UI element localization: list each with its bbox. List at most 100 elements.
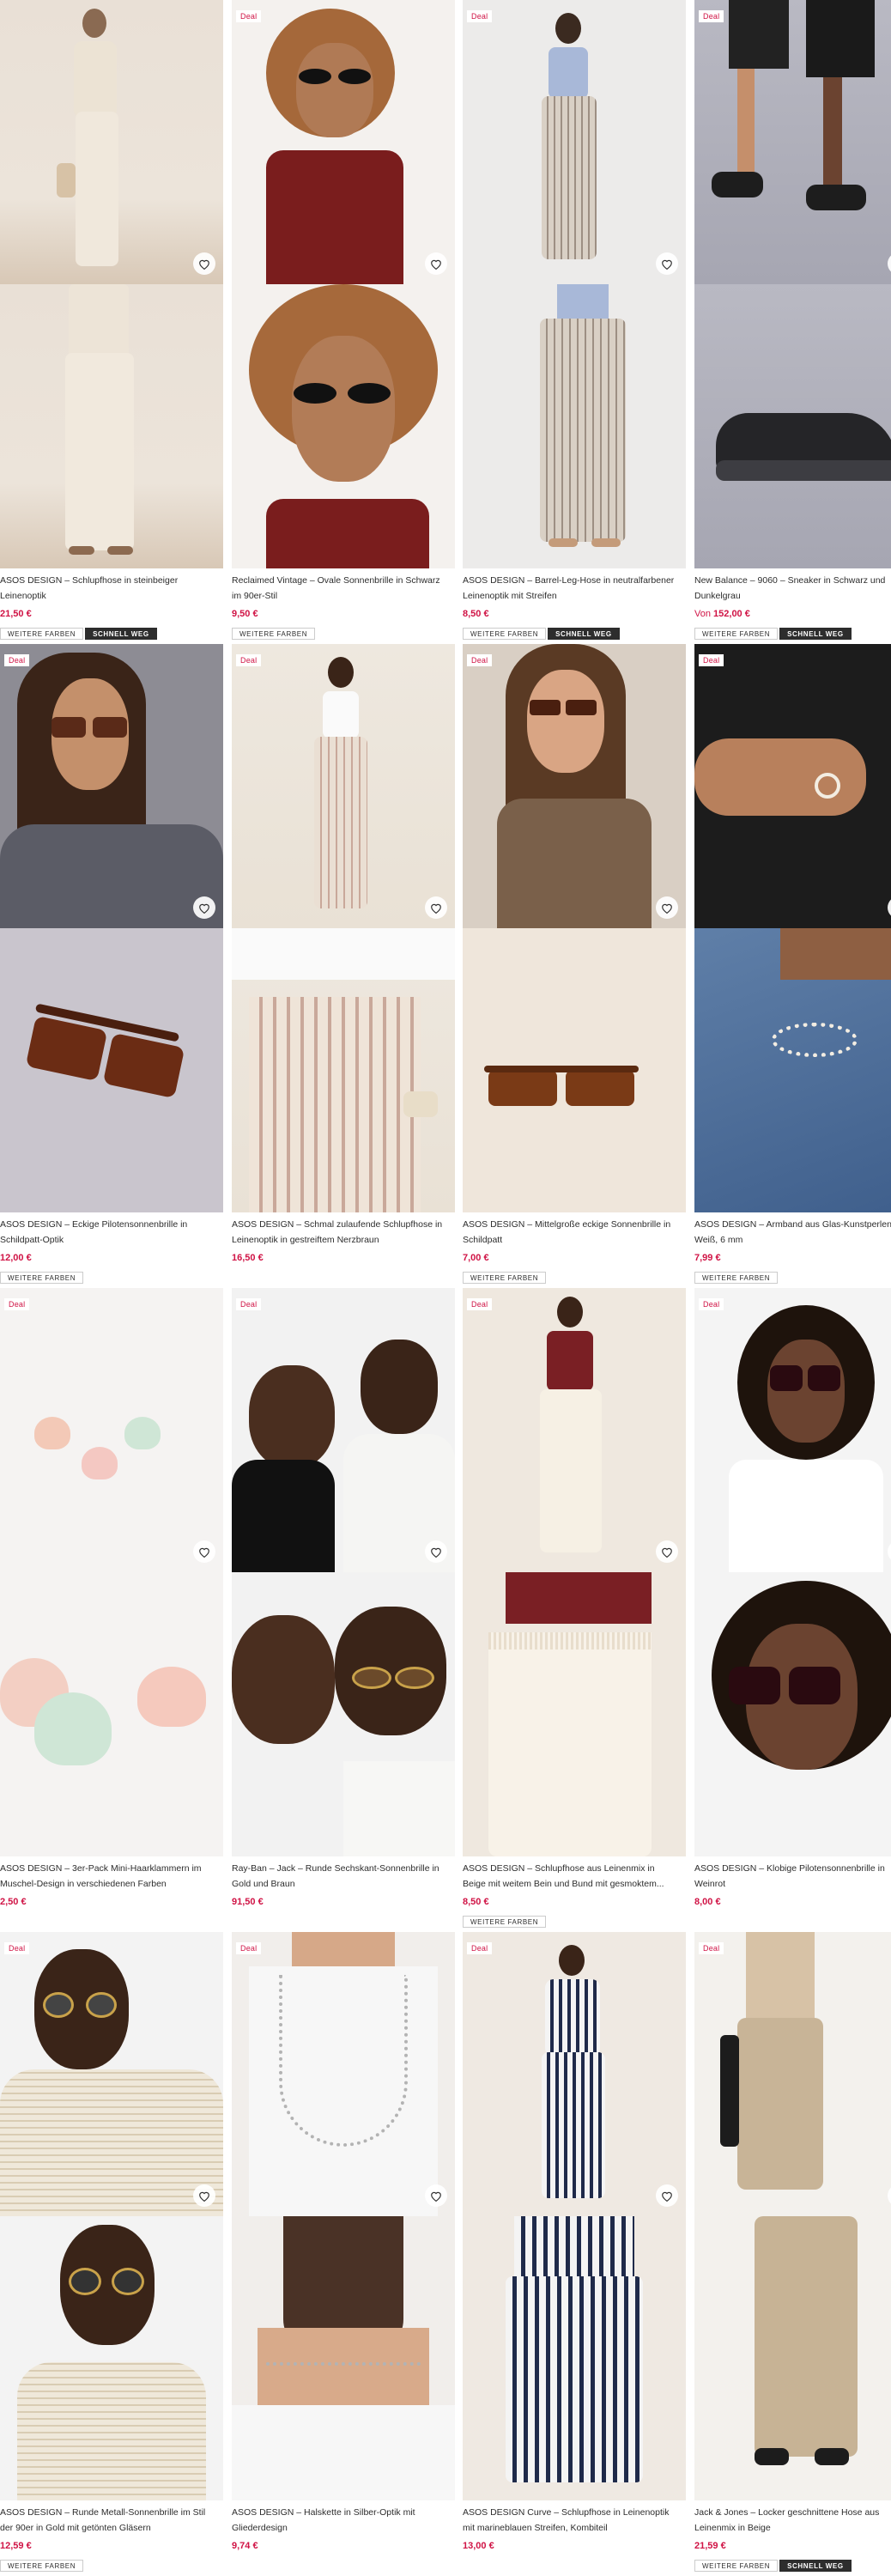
product-card[interactable]: Deal ASOS DESIGN – Eckige Pilotensonnenb… — [0, 644, 223, 1288]
product-title[interactable]: Jack & Jones – Locker geschnittene Hose … — [694, 2505, 891, 2536]
product-card[interactable]: Deal ASOS DESIGN – Armband aus Glas-Kuns… — [694, 644, 891, 1288]
product-badges: WEITERE FARBEN — [463, 1272, 547, 1284]
save-for-later-button[interactable] — [425, 1540, 447, 1563]
product-card[interactable]: ASOS DESIGN – Schlupfhose in steinbeiger… — [0, 0, 223, 644]
product-image-detail — [694, 1572, 891, 1856]
product-badges: WEITERE FARBEN — [232, 628, 316, 640]
save-for-later-button[interactable] — [425, 896, 447, 919]
product-card[interactable]: Deal Jack & Jones – Locker geschnittene … — [694, 1932, 891, 2576]
product-image-link[interactable]: Deal — [694, 1288, 891, 1856]
product-image-link[interactable]: Deal — [0, 1932, 223, 2500]
product-title[interactable]: ASOS DESIGN – Halskette in Silber-Optik … — [232, 2505, 455, 2536]
product-title[interactable]: ASOS DESIGN – Schmal zulaufende Schlupfh… — [232, 1217, 455, 1248]
product-title[interactable]: ASOS DESIGN – Mittelgroße eckige Sonnenb… — [463, 1217, 686, 1248]
product-card[interactable]: Deal ASOS DESIGN – Runde Metall-Sonnenbr… — [0, 1932, 223, 2576]
product-title[interactable]: ASOS DESIGN – Klobige Pilotensonnenbrill… — [694, 1861, 891, 1892]
deal-badge: Deal — [236, 654, 262, 666]
product-image-link[interactable]: Deal — [232, 0, 455, 568]
product-card[interactable]: Deal Ray-Ban – Jack – Runde Sechskant-So… — [232, 1288, 455, 1932]
product-price: 13,00 € — [463, 2541, 494, 2551]
deal-badge: Deal — [236, 1298, 262, 1310]
heart-icon — [662, 2191, 672, 2202]
product-title[interactable]: ASOS DESIGN – Schlupfhose aus Leinenmix … — [463, 1861, 686, 1892]
product-image-detail — [694, 2216, 891, 2500]
product-image-model — [232, 0, 455, 284]
product-image-detail — [0, 284, 223, 568]
product-image-link[interactable]: Deal — [232, 1932, 455, 2500]
product-price: 7,00 € — [463, 1253, 489, 1263]
deal-badge: Deal — [4, 1942, 30, 1954]
product-image-detail — [463, 928, 686, 1212]
product-title[interactable]: Ray-Ban – Jack – Runde Sechskant-Sonnenb… — [232, 1861, 455, 1892]
product-card[interactable]: Deal New Balance – 9060 – Sneaker in Sch… — [694, 0, 891, 644]
product-image-detail — [232, 284, 455, 568]
deal-badge: Deal — [699, 654, 724, 666]
product-title[interactable]: Reclaimed Vintage – Ovale Sonnenbrille i… — [232, 573, 455, 604]
selling-fast-badge: SCHNELL WEG — [779, 2560, 852, 2572]
deal-badge: Deal — [467, 1942, 493, 1954]
product-image-link[interactable]: Deal — [0, 644, 223, 1212]
product-image-link[interactable]: Deal — [232, 1288, 455, 1856]
product-image-link[interactable]: Deal — [463, 1932, 686, 2500]
product-card[interactable]: Deal ASOS DESIGN – Schmal zulaufende Sch… — [232, 644, 455, 1288]
more-colours-badge: WEITERE FARBEN — [0, 2560, 84, 2572]
product-image-model — [694, 0, 891, 284]
product-image-link[interactable]: Deal — [0, 1288, 223, 1856]
product-title[interactable]: ASOS DESIGN – Barrel-Leg-Hose in neutral… — [463, 573, 686, 604]
product-card[interactable]: Deal ASOS DESIGN – Halskette in Silber-O… — [232, 1932, 455, 2576]
product-card[interactable]: Deal ASOS DESIGN – Schlupfhose aus Leine… — [463, 1288, 686, 1932]
save-for-later-button[interactable] — [193, 2184, 215, 2207]
product-image-detail — [232, 928, 455, 1212]
save-for-later-button[interactable] — [193, 1540, 215, 1563]
product-price: 9,74 € — [232, 2541, 258, 2551]
product-card[interactable]: Deal Reclaimed Vintage – Ovale Sonnenbri… — [232, 0, 455, 644]
heart-icon — [662, 259, 672, 270]
deal-badge: Deal — [467, 1298, 493, 1310]
save-for-later-button[interactable] — [193, 896, 215, 919]
product-badges: WEITERE FARBEN SCHNELL WEG — [694, 2560, 852, 2572]
product-card[interactable]: Deal ASOS DESIGN – 3er-Pack Mini-Haarkla… — [0, 1288, 223, 1932]
product-image-model — [463, 1932, 686, 2216]
product-image-link[interactable]: Deal — [463, 644, 686, 1212]
product-title[interactable]: ASOS DESIGN – 3er-Pack Mini-Haarklammern… — [0, 1861, 223, 1892]
save-for-later-button[interactable] — [656, 1540, 678, 1563]
product-badges: WEITERE FARBEN — [463, 1916, 547, 1928]
save-for-later-button[interactable] — [193, 252, 215, 275]
product-image-link[interactable]: Deal — [463, 0, 686, 568]
product-image-link[interactable]: Deal — [463, 1288, 686, 1856]
selling-fast-badge: SCHNELL WEG — [548, 628, 620, 640]
more-colours-badge: WEITERE FARBEN — [694, 2560, 779, 2572]
product-price: 8,50 € — [463, 609, 489, 619]
product-image-link[interactable]: Deal — [694, 0, 891, 568]
product-title[interactable]: ASOS DESIGN – Runde Metall-Sonnenbrille … — [0, 2505, 223, 2536]
product-card[interactable]: Deal ASOS DESIGN – Barrel-Leg-Hose in ne… — [463, 0, 686, 644]
product-title[interactable]: ASOS DESIGN – Eckige Pilotensonnenbrille… — [0, 1217, 223, 1248]
more-colours-badge: WEITERE FARBEN — [232, 628, 316, 640]
product-price: 9,50 € — [232, 609, 258, 619]
save-for-later-button[interactable] — [656, 2184, 678, 2207]
product-image-link[interactable]: Deal — [232, 644, 455, 1212]
product-image-link[interactable]: Deal — [694, 644, 891, 1212]
product-image-link[interactable] — [0, 0, 223, 568]
heart-icon — [662, 903, 672, 914]
product-image-detail — [694, 928, 891, 1212]
save-for-later-button[interactable] — [425, 2184, 447, 2207]
save-for-later-button[interactable] — [656, 252, 678, 275]
product-image-detail — [694, 284, 891, 568]
product-badges: WEITERE FARBEN — [0, 1272, 84, 1284]
product-card[interactable]: Deal ASOS DESIGN Curve – Schlupfhose in … — [463, 1932, 686, 2576]
product-title[interactable]: ASOS DESIGN Curve – Schlupfhose in Leine… — [463, 2505, 686, 2536]
product-image-model — [0, 644, 223, 928]
product-title[interactable]: ASOS DESIGN – Schlupfhose in steinbeiger… — [0, 573, 223, 604]
save-for-later-button[interactable] — [425, 252, 447, 275]
product-card[interactable]: Deal ASOS DESIGN – Klobige Pilotensonnen… — [694, 1288, 891, 1932]
product-image-detail — [0, 928, 223, 1212]
product-title[interactable]: New Balance – 9060 – Sneaker in Schwarz … — [694, 573, 891, 604]
heart-icon — [199, 903, 209, 914]
product-card[interactable]: Deal ASOS DESIGN – Mittelgroße eckige So… — [463, 644, 686, 1288]
save-for-later-button[interactable] — [656, 896, 678, 919]
product-price: 12,00 € — [0, 1253, 32, 1263]
product-image-link[interactable]: Deal — [694, 1932, 891, 2500]
product-price: 8,00 € — [694, 1897, 721, 1907]
product-title[interactable]: ASOS DESIGN – Armband aus Glas-Kunstperl… — [694, 1217, 891, 1248]
